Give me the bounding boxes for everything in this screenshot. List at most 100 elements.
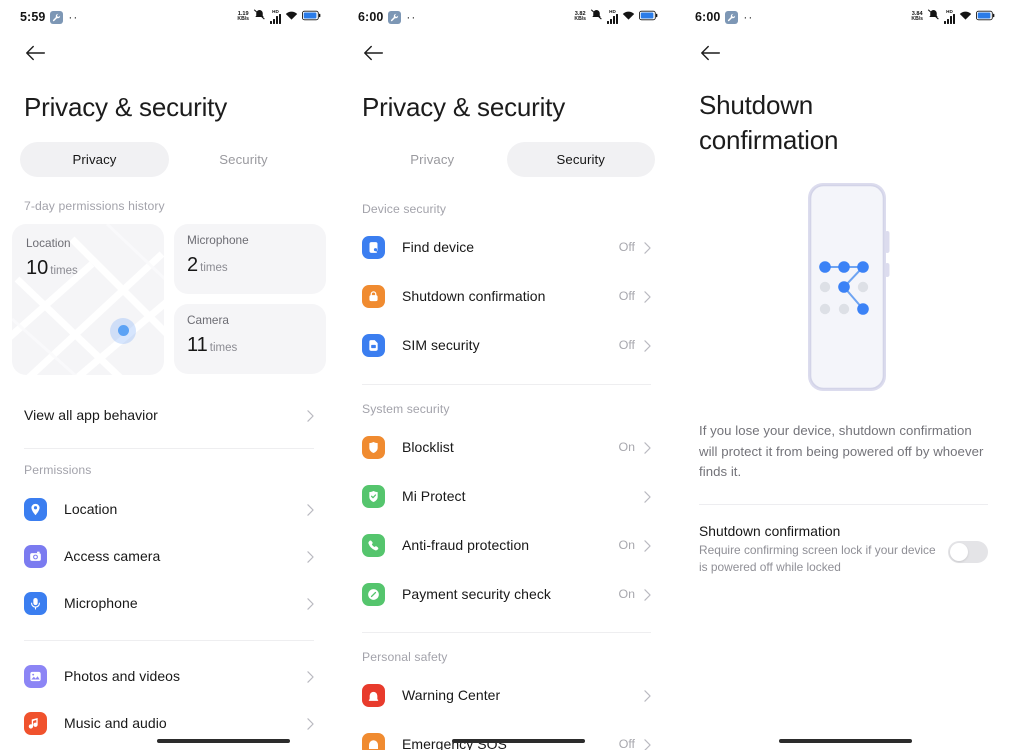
network-speed-indicator: 3.82 KB/s xyxy=(574,11,586,23)
chevron-right-icon xyxy=(307,409,314,422)
security-row-shutdown-confirmation[interactable]: Shutdown confirmation Off xyxy=(338,272,675,321)
security-row-emergency-sos[interactable]: Emergency SOS Off xyxy=(338,720,675,750)
history-card-title: Microphone xyxy=(187,232,249,247)
row-label: Payment security check xyxy=(402,586,551,603)
chevron-right-icon xyxy=(644,441,651,454)
security-row-anti-fraud-protection[interactable]: Anti-fraud protection On xyxy=(338,521,675,570)
history-card-count: 10 times xyxy=(26,257,78,280)
back-bar xyxy=(675,34,1012,72)
shield-check-icon xyxy=(362,484,385,508)
chevron-right-icon xyxy=(644,290,651,303)
row-label: Location xyxy=(64,501,118,518)
tab-privacy[interactable]: Privacy xyxy=(20,141,169,177)
microphone-icon xyxy=(24,591,47,615)
row-value: Off xyxy=(618,289,635,304)
home-indicator xyxy=(157,739,290,743)
security-row-sim-security[interactable]: SIM security Off xyxy=(338,321,675,370)
network-speed-indicator: 1.19 KB/s xyxy=(237,11,249,23)
row-label: Anti-fraud protection xyxy=(402,537,530,554)
back-arrow-icon[interactable] xyxy=(362,43,386,63)
music-icon xyxy=(24,711,47,735)
permission-row-access-camera[interactable]: Access camera xyxy=(0,533,338,580)
row-value: Off xyxy=(618,737,635,750)
setting-subtitle: Require confirming screen lock if your d… xyxy=(699,542,936,574)
ringer-off-icon xyxy=(927,8,940,26)
back-arrow-icon[interactable] xyxy=(24,43,48,63)
chevron-right-icon xyxy=(644,490,651,503)
security-row-payment-security-check[interactable]: Payment security check On xyxy=(338,570,675,619)
row-label: Photos and videos xyxy=(64,668,181,685)
chevron-right-icon xyxy=(307,717,314,730)
tab-bar: Privacy Security xyxy=(20,141,318,177)
ringer-off-icon xyxy=(253,8,266,26)
sos-icon xyxy=(362,732,385,750)
setting-title: Shutdown confirmation xyxy=(699,523,841,539)
tab-privacy[interactable]: Privacy xyxy=(358,142,507,177)
divider xyxy=(24,447,314,449)
home-indicator xyxy=(452,739,585,743)
row-label: Music and audio xyxy=(64,715,167,732)
history-card-column: Microphone 2 times Camera 11 times xyxy=(174,223,326,375)
tab-security[interactable]: Security xyxy=(169,142,318,177)
permissions-history-cards: Location 10 times Microphone 2 times Camer… xyxy=(0,223,338,375)
network-speed-indicator: 3.84 KB/s xyxy=(911,11,923,23)
security-row-blocklist[interactable]: Blocklist On xyxy=(338,423,675,472)
shutdown-confirmation-toggle[interactable] xyxy=(948,540,988,563)
row-value: Off xyxy=(618,338,635,353)
security-row-warning-center[interactable]: Warning Center xyxy=(338,671,675,720)
status-bar-right: 1.19 KB/s HD xyxy=(237,8,321,26)
panel-security: 6:00 ·· 3.82 KB/s HD Privacy & security … xyxy=(338,0,675,750)
security-row-find-device[interactable]: Find device Off xyxy=(338,223,675,272)
shutdown-confirmation-setting-row[interactable]: Shutdown confirmation Require confirming… xyxy=(675,505,1012,577)
group-label-personal-safety: Personal safety xyxy=(362,649,448,664)
row-label: Microphone xyxy=(64,595,138,612)
history-card-count: 11 times xyxy=(187,334,238,357)
overflow-dots-icon: ·· xyxy=(406,10,417,24)
status-bar-right: 3.84 KB/s HD xyxy=(911,8,995,26)
camera-icon xyxy=(24,544,47,568)
sim-card-icon xyxy=(362,333,385,357)
history-card-camera[interactable]: Camera 11 times xyxy=(174,303,326,374)
history-card-count: 2 times xyxy=(187,254,228,277)
chevron-right-icon xyxy=(644,588,651,601)
tab-security[interactable]: Security xyxy=(506,141,655,177)
chevron-right-icon xyxy=(307,670,314,683)
status-time: 6:00 xyxy=(695,10,721,24)
status-bar-left: 5:59 ·· xyxy=(20,10,78,24)
wifi-icon xyxy=(959,8,972,26)
divider xyxy=(362,383,651,385)
history-card-title: Camera xyxy=(187,312,229,327)
history-card-unit: times xyxy=(209,342,238,355)
row-label: Blocklist xyxy=(402,439,454,456)
security-row-mi-protect[interactable]: Mi Protect xyxy=(338,472,675,521)
find-device-icon xyxy=(362,235,385,259)
signal-bars-icon: HD xyxy=(270,10,281,24)
row-label: SIM security xyxy=(402,337,480,354)
overflow-dots-icon: ·· xyxy=(68,10,79,24)
history-card-location[interactable]: Location 10 times xyxy=(12,223,164,375)
location-pin-icon xyxy=(24,497,47,521)
permissions-list: Location Access camera Microphone xyxy=(0,486,338,627)
back-arrow-icon[interactable] xyxy=(699,43,723,63)
chevron-right-icon xyxy=(644,241,651,254)
row-value: On xyxy=(618,440,635,455)
permission-row-location[interactable]: Location xyxy=(0,486,338,533)
status-bar-left: 6:00 ·· xyxy=(695,10,753,24)
permission-row-photos-and-videos[interactable]: Photos and videos xyxy=(0,653,338,700)
overflow-dots-icon: ·· xyxy=(743,10,754,24)
permission-row-microphone[interactable]: Microphone xyxy=(0,580,338,627)
history-card-microphone[interactable]: Microphone 2 times xyxy=(174,223,326,294)
view-all-app-behavior-row[interactable]: View all app behavior xyxy=(0,391,338,440)
signal-bars-icon: HD xyxy=(944,10,955,24)
signal-bars-icon: HD xyxy=(607,10,618,24)
description-text: If you lose your device, shutdown confir… xyxy=(699,423,984,480)
setting-text: Shutdown confirmation Require confirming… xyxy=(699,524,936,577)
page-title: Privacy & security xyxy=(24,92,228,122)
wifi-icon xyxy=(285,8,298,26)
phone-pattern-lock-illustration xyxy=(675,179,1012,395)
row-label: Warning Center xyxy=(402,687,501,704)
photo-icon xyxy=(24,664,47,688)
page-title: Privacy & security xyxy=(362,92,566,122)
status-time: 5:59 xyxy=(20,10,46,24)
map-pin-icon xyxy=(110,317,136,344)
